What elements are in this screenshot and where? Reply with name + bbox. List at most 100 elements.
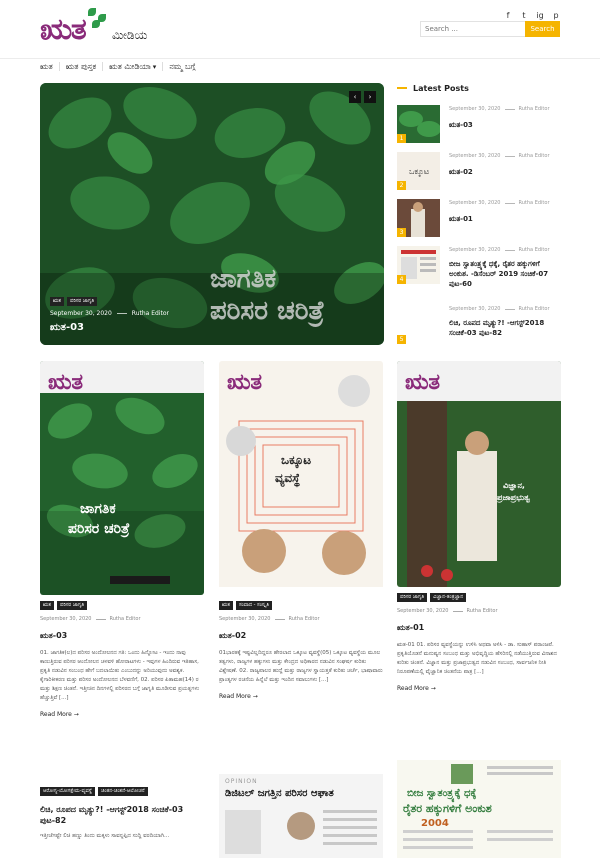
- latest-post-item[interactable]: 3 September 30, 2020 Rutha Editor ಋತ-01: [397, 199, 560, 241]
- category-tag[interactable]: ಪರಿಸರ ಜಾಗೃತಿ: [397, 593, 428, 602]
- site-logo[interactable]: ಋತ ಮೀಡಿಯ: [40, 6, 170, 54]
- chevron-down-icon: ▾: [152, 62, 157, 71]
- nav-item-label: ಋತ ಮೀಡಿಯಾ: [109, 61, 151, 71]
- search-button[interactable]: Search: [525, 21, 560, 37]
- meta-divider: [452, 610, 463, 612]
- category-tag[interactable]: ಪರಿಸರ ಜಾಗೃತಿ: [66, 297, 98, 306]
- meta-divider: [95, 618, 106, 620]
- post-thumbnail[interactable]: ಒಕ್ಕೂಟ 2: [397, 152, 440, 190]
- clipping-title: ಡಿಜಿಟಲ್ ಜಗತ್ತಿನ ಪರಿಸರ ಆಘಾತ: [225, 788, 334, 799]
- slider-prev-button[interactable]: ‹: [349, 91, 361, 103]
- post-thumbnail[interactable]: 3: [397, 199, 440, 237]
- post-thumbnail[interactable]: 1: [397, 105, 440, 143]
- post-number-badge: 3: [397, 228, 406, 237]
- category-tag[interactable]: ಸಂವಾದ - ಸಂಸ್ಕೃತಿ: [235, 601, 273, 610]
- search-input[interactable]: [420, 21, 525, 37]
- latest-post-item[interactable]: ಒಕ್ಕೂಟ 2 September 30, 2020 Rutha Editor …: [397, 152, 560, 194]
- post-date[interactable]: September 30, 2020: [219, 616, 271, 622]
- category-tag[interactable]: ಋತ: [40, 601, 54, 610]
- post-card-image[interactable]: ಋತ ವಿಜ್ಞಾನ, ಪ್ರಜಾಪ್ರಭುತ್ವ: [397, 361, 561, 587]
- post-author[interactable]: Rutha Editor: [519, 247, 550, 253]
- pinterest-icon[interactable]: p: [552, 12, 560, 20]
- post-meta: September 30, 2020 Rutha Editor: [449, 247, 560, 253]
- post-date[interactable]: September 30, 2020: [50, 310, 112, 317]
- card-meta: September 30, 2020 Rutha Editor: [219, 616, 383, 622]
- read-more-link[interactable]: Read More →: [40, 711, 204, 718]
- post-date[interactable]: September 30, 2020: [449, 106, 501, 112]
- post-title[interactable]: ಬೀಜ ಸ್ವಾತಂತ್ರ್ಯಕ್ಕೆ ಧಕ್ಕೆ, ರೈತರ ಹಕ್ಕುಗಳಿ…: [449, 259, 560, 289]
- header-divider: [0, 58, 600, 59]
- card-excerpt: ಋತ-01 01. ಪರಿಸರ ವ್ಯವಸ್ಥೆಯನ್ನು ಉಳಿಸಿ ಅಥವಾ…: [397, 642, 557, 675]
- post-thumbnail[interactable]: 5: [397, 335, 406, 344]
- read-more-link[interactable]: Read More →: [219, 693, 383, 700]
- post-author[interactable]: Rutha Editor: [519, 153, 550, 159]
- card-title[interactable]: ಲಿಚಿ, ರೂಪದ ಮೃತ್ಯು?! -ಆಗಸ್ಟ್2018 ಸಂಚಿಕೆ-0…: [40, 804, 204, 826]
- card-title[interactable]: ಋತ-02: [219, 631, 383, 641]
- twitter-icon[interactable]: t: [520, 12, 528, 20]
- category-tag[interactable]: ವಿಜ್ಞಾನ-ತಂತ್ರಜ್ಞಾನ: [430, 593, 467, 602]
- card-title[interactable]: ಋತ-01: [397, 623, 561, 633]
- category-tag[interactable]: ಋತ: [50, 297, 64, 306]
- hero-art-line: ಜಾಗತಿಕ: [210, 264, 277, 294]
- logo-sub-text: ಮೀಡಿಯ: [112, 28, 148, 42]
- post-card-image[interactable]: ಬೀಜ ಸ್ವಾತಂತ್ರ್ಯಕ್ಕೆ ಧಕ್ಕೆ ರೈತರ ಹಕ್ಕುಗಳಿಗ…: [397, 760, 561, 858]
- category-tag[interactable]: ಆರೋಗ್ಯ-ಯೋಗಕ್ಷೇಮ-ವ್ಯವಸ್ಥೆ: [40, 787, 96, 796]
- category-tag[interactable]: ಚಿಂತನ-ಚಿಂತನೆ-ಆಲೋಚನೆ: [98, 787, 148, 796]
- latest-post-item[interactable]: 1 September 30, 2020 Rutha Editor ಋತ-03: [397, 105, 560, 147]
- card-meta: September 30, 2020 Rutha Editor: [40, 616, 204, 622]
- accent-bar: [397, 87, 407, 89]
- post-body: September 30, 2020 Rutha Editor ಋತ-02: [449, 153, 560, 177]
- post-author[interactable]: Rutha Editor: [132, 310, 169, 317]
- post-number-badge: 5: [397, 335, 406, 344]
- post-title[interactable]: ಋತ-03: [449, 120, 560, 130]
- card-excerpt: 01ಭಾರತಕ್ಕೆ ಇಷ್ಟವಿಲ್ಲದಿದ್ದರೂ ಹೇರಲಾದ ಒಕ್ಕೂ…: [219, 650, 383, 683]
- post-card: ಋತ ವಿಜ್ಞಾನ, ಪ್ರಜಾಪ್ರಭುತ್ವ ಪರಿಸರ ಜಾಗೃತಿ ವ…: [397, 361, 561, 692]
- post-date[interactable]: September 30, 2020: [449, 306, 501, 312]
- opinion-label: OPINION: [225, 778, 258, 785]
- hero-slider[interactable]: ಜಾಗತಿಕ ಪರಿಸರ ಚರಿತ್ರೆ ‹ › ಋತ ಪರಿಸರ ಜಾಗೃತಿ…: [40, 83, 384, 345]
- latest-post-item[interactable]: 5 September 30, 2020 Rutha Editor ಲಿಚಿ, ರ…: [397, 305, 560, 347]
- cover-title-line: ಪ್ರಜಾಪ್ರಭುತ್ವ: [497, 493, 530, 502]
- post-date[interactable]: September 30, 2020: [449, 247, 501, 253]
- post-meta: September 30, 2020 Rutha Editor: [449, 200, 560, 206]
- post-card-image[interactable]: ಋತ ಜಾಗತಿಕ ಪರಿಸರ ಚರಿತ್ರೆ: [40, 361, 204, 595]
- facebook-icon[interactable]: f: [504, 12, 512, 20]
- nav-item-rutha-book[interactable]: ಋತ ಪುಸ್ತಕ: [66, 62, 96, 72]
- read-more-link[interactable]: Read More →: [397, 685, 561, 692]
- category-tag[interactable]: ಪರಿಸರ ಜಾಗೃತಿ: [56, 601, 88, 610]
- nav-item-about[interactable]: ನಮ್ಮ ಬಗ್ಗೆ: [169, 62, 195, 72]
- nav-divider: [102, 62, 104, 71]
- post-card: ಋತ ಒಕ್ಕೂಟ ವ್ಯವಸ್ಥೆ ಋತ ಸಂವಾದ - ಸಂಸ್ಕೃತಿ S…: [219, 361, 383, 700]
- post-author[interactable]: Rutha Editor: [519, 200, 550, 206]
- post-author[interactable]: Rutha Editor: [467, 608, 498, 614]
- post-title[interactable]: ಋತ-01: [449, 214, 560, 224]
- cover-title-line: ವ್ಯವಸ್ಥೆ: [275, 471, 301, 485]
- post-author[interactable]: Rutha Editor: [289, 616, 320, 622]
- post-author[interactable]: Rutha Editor: [519, 306, 550, 312]
- instagram-icon[interactable]: ig: [536, 12, 544, 20]
- post-card-image[interactable]: OPINION ಡಿಜಿಟಲ್ ಜಗತ್ತಿನ ಪರಿಸರ ಆಘಾತ: [219, 774, 383, 858]
- post-date[interactable]: September 30, 2020: [397, 608, 449, 614]
- post-card-image[interactable]: ಋತ ಒಕ್ಕೂಟ ವ್ಯವಸ್ಥೆ: [219, 361, 383, 595]
- nav-item-rutha[interactable]: ಋತ: [40, 62, 53, 72]
- post-title[interactable]: ಲಿಚಿ, ರೂಪದ ಮೃತ್ಯು?! -ಆಗಸ್ಟ್2018 ಸಂಚಿಕೆ-0…: [449, 318, 560, 338]
- post-number-badge: 4: [397, 275, 406, 284]
- cover-title-line: ಜಾಗತಿಕ: [80, 501, 116, 517]
- card-excerpt: ಇತ್ತೀಚೆಗಷ್ಟೇ ಲಿಚಿ ಹಣ್ಣು ತಿಂದು ಮಕ್ಕಳು ಸಾವ…: [40, 833, 170, 839]
- post-date[interactable]: September 30, 2020: [40, 616, 92, 622]
- post-author[interactable]: Rutha Editor: [110, 616, 141, 622]
- hero-cover-art-text: ಜಾಗತಿಕ ಪರಿಸರ ಚರಿತ್ರೆ: [210, 263, 324, 327]
- nav-item-rutha-media[interactable]: ಋತ ಮೀಡಿಯಾ ▾: [109, 62, 156, 72]
- post-date[interactable]: September 30, 2020: [449, 200, 501, 206]
- latest-post-item[interactable]: 4 September 30, 2020 Rutha Editor ಬೀಜ ಸ್ವ…: [397, 246, 560, 288]
- post-date[interactable]: September 30, 2020: [449, 153, 501, 159]
- category-tag[interactable]: ಋತ: [219, 601, 233, 610]
- post-title[interactable]: ಋತ-02: [449, 167, 560, 177]
- post-thumbnail[interactable]: 4: [397, 246, 440, 284]
- post-author[interactable]: Rutha Editor: [519, 106, 550, 112]
- slider-next-button[interactable]: ›: [364, 91, 376, 103]
- logo-leaf-icon: [88, 8, 96, 16]
- hero-title[interactable]: ಋತ-03: [50, 322, 169, 333]
- card-title[interactable]: ಋತ-03: [40, 631, 204, 641]
- leaves-cover-image: [40, 361, 204, 595]
